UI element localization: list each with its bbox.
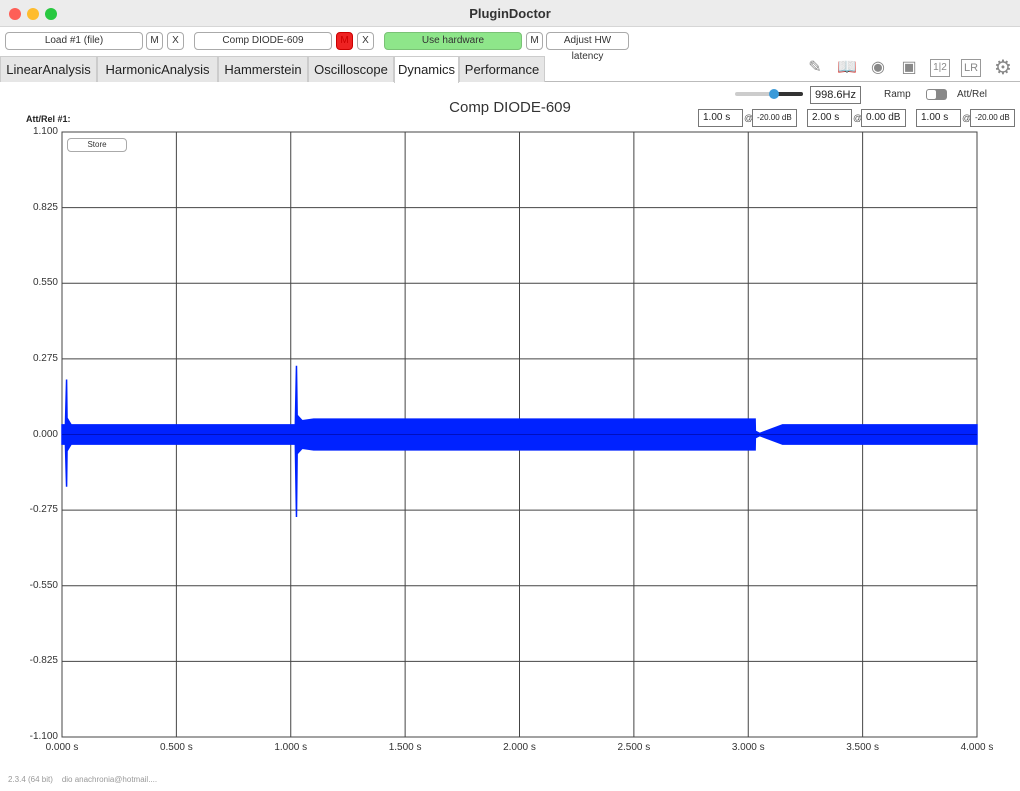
zoom-window-button[interactable] — [45, 8, 57, 20]
mute-hw-button[interactable]: M — [526, 32, 543, 50]
adjust-hw-latency-button[interactable]: Adjust HW latency — [546, 32, 629, 62]
mute-2-button[interactable]: M — [336, 32, 353, 50]
remove-1-button[interactable]: X — [167, 32, 184, 50]
y-tick-label: 1.100 — [32, 126, 58, 137]
notes-icon[interactable]: ✎ — [804, 57, 826, 79]
x-tick-label: 1.500 s — [388, 742, 422, 753]
x-tick-label: 0.000 s — [45, 742, 79, 753]
y-tick-label: -0.550 — [29, 579, 58, 591]
x-tick-label: 2.000 s — [503, 742, 536, 753]
plugin-button[interactable]: Comp DIODE-609 — [194, 32, 332, 50]
plot-frame — [61, 131, 978, 738]
footer: 2.3.4 (64 bit) dio anachronia@hotmail...… — [8, 775, 157, 784]
waveform-envelope — [61, 365, 978, 518]
y-tick-label: 0.825 — [32, 201, 58, 213]
y-tick-label: 0.000 — [32, 428, 58, 440]
mute-1-button[interactable]: M — [146, 32, 163, 50]
att-rel-label: Att/Rel #1: — [26, 114, 71, 124]
tab-dynamics[interactable]: Dynamics — [394, 56, 459, 83]
x-tick-label: 1.000 s — [274, 742, 308, 753]
book-icon[interactable]: 📖 — [836, 57, 858, 79]
close-window-button[interactable] — [9, 8, 21, 20]
y-tick-label: 0.550 — [32, 277, 58, 289]
gear-icon[interactable]: ⚙ — [992, 57, 1014, 79]
chart-title: Comp DIODE-609 — [449, 99, 571, 116]
use-hardware-button[interactable]: Use hardware — [384, 32, 522, 50]
tab-oscilloscope[interactable]: Oscilloscope — [308, 56, 394, 82]
one-two-icon[interactable]: 1|2 — [930, 59, 950, 77]
y-tick-label: 0.275 — [32, 352, 58, 364]
x-tick-label: 2.500 s — [617, 742, 651, 753]
user-text: dio anachronia@hotmail.... — [61, 775, 158, 784]
slider-thumb[interactable] — [769, 89, 779, 99]
camera-icon[interactable]: ▣ — [898, 57, 920, 79]
title-bar: PluginDoctor — [0, 0, 1020, 27]
frequency-slider[interactable] — [735, 89, 803, 99]
x-tick-label: 3.000 s — [731, 742, 765, 753]
store-button[interactable]: Store — [67, 138, 127, 152]
y-tick-label: -0.275 — [29, 504, 58, 516]
tab-harmonic-analysis[interactable]: HarmonicAnalysis — [97, 56, 218, 82]
tab-hammerstein[interactable]: Hammerstein — [218, 56, 308, 82]
remove-2-button[interactable]: X — [357, 32, 374, 50]
eye-icon[interactable]: ◉ — [867, 57, 889, 79]
minimize-window-button[interactable] — [27, 8, 39, 20]
version-text: 2.3.4 (64 bit) — [8, 775, 53, 784]
lr-icon[interactable]: LR — [961, 59, 981, 77]
y-tick-label: -1.100 — [29, 731, 58, 742]
tab-performance[interactable]: Performance — [459, 56, 545, 82]
x-tick-label: 0.500 s — [159, 742, 193, 753]
x-tick-label: 3.500 s — [846, 742, 880, 753]
x-tick-label: 4.000 s — [960, 742, 994, 753]
load-file-button[interactable]: Load #1 (file) — [5, 32, 143, 50]
window-title: PluginDoctor — [469, 6, 551, 21]
tab-linear-analysis[interactable]: LinearAnalysis — [0, 56, 97, 82]
y-tick-label: -0.825 — [29, 655, 58, 667]
